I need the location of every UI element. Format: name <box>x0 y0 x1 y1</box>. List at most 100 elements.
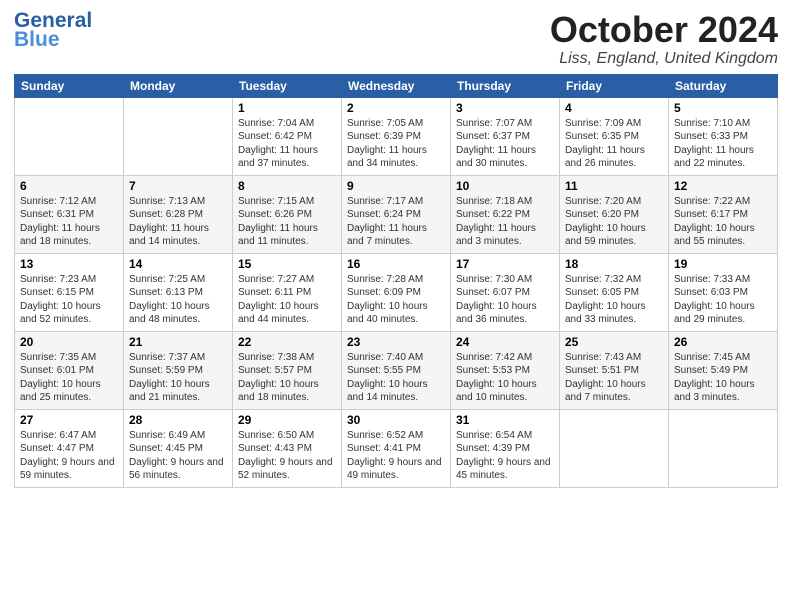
day-number: 18 <box>565 257 663 271</box>
day-number: 15 <box>238 257 336 271</box>
calendar-week-4: 20 Sunrise: 7:35 AM Sunset: 6:01 PM Dayli… <box>15 331 778 409</box>
day-info: Sunrise: 7:27 AM Sunset: 6:11 PM Dayligh… <box>238 273 336 327</box>
day-number: 29 <box>238 413 336 427</box>
calendar-week-3: 13 Sunrise: 7:23 AM Sunset: 6:15 PM Dayli… <box>15 253 778 331</box>
calendar-cell: 21 Sunrise: 7:37 AM Sunset: 5:59 PM Dayli… <box>124 331 233 409</box>
day-info: Sunrise: 6:50 AM Sunset: 4:43 PM Dayligh… <box>238 429 336 483</box>
day-info: Sunrise: 6:52 AM Sunset: 4:41 PM Dayligh… <box>347 429 445 483</box>
calendar-week-2: 6 Sunrise: 7:12 AM Sunset: 6:31 PM Daylig… <box>15 175 778 253</box>
calendar-cell: 18 Sunrise: 7:32 AM Sunset: 6:05 PM Dayli… <box>560 253 669 331</box>
day-info: Sunrise: 7:23 AM Sunset: 6:15 PM Dayligh… <box>20 273 118 327</box>
calendar-cell: 22Sunrise: 7:38 AM Sunset: 5:57 PM Dayli… <box>233 331 342 409</box>
calendar-cell: 20 Sunrise: 7:35 AM Sunset: 6:01 PM Dayli… <box>15 331 124 409</box>
day-number: 19 <box>674 257 772 271</box>
day-number: 14 <box>129 257 227 271</box>
logo-blue: Blue <box>14 29 94 50</box>
location: Liss, England, United Kingdom <box>550 50 778 68</box>
calendar-cell: 11 Sunrise: 7:20 AM Sunset: 6:20 PM Dayli… <box>560 175 669 253</box>
calendar-week-5: 27Sunrise: 6:47 AM Sunset: 4:47 PM Dayli… <box>15 409 778 487</box>
weekday-header-monday: Monday <box>124 74 233 97</box>
day-info: Sunrise: 7:32 AM Sunset: 6:05 PM Dayligh… <box>565 273 663 327</box>
calendar-cell: 1Sunrise: 7:04 AM Sunset: 6:42 PM Daylig… <box>233 97 342 175</box>
calendar-cell: 16 Sunrise: 7:28 AM Sunset: 6:09 PM Dayli… <box>342 253 451 331</box>
day-number: 16 <box>347 257 445 271</box>
calendar-cell: 2 Sunrise: 7:05 AM Sunset: 6:39 PM Daylig… <box>342 97 451 175</box>
day-info: Sunrise: 7:35 AM Sunset: 6:01 PM Dayligh… <box>20 351 118 405</box>
day-number: 25 <box>565 335 663 349</box>
calendar-cell: 4 Sunrise: 7:09 AM Sunset: 6:35 PM Daylig… <box>560 97 669 175</box>
day-number: 30 <box>347 413 445 427</box>
calendar-cell: 13 Sunrise: 7:23 AM Sunset: 6:15 PM Dayli… <box>15 253 124 331</box>
day-info: Sunrise: 7:33 AM Sunset: 6:03 PM Dayligh… <box>674 273 772 327</box>
day-info: Sunrise: 7:20 AM Sunset: 6:20 PM Dayligh… <box>565 195 663 249</box>
calendar-cell: 24Sunrise: 7:42 AM Sunset: 5:53 PM Dayli… <box>451 331 560 409</box>
calendar-cell: 14Sunrise: 7:25 AM Sunset: 6:13 PM Dayli… <box>124 253 233 331</box>
calendar-cell: 3 Sunrise: 7:07 AM Sunset: 6:37 PM Daylig… <box>451 97 560 175</box>
calendar-cell: 10 Sunrise: 7:18 AM Sunset: 6:22 PM Dayli… <box>451 175 560 253</box>
day-info: Sunrise: 7:22 AM Sunset: 6:17 PM Dayligh… <box>674 195 772 249</box>
day-number: 8 <box>238 179 336 193</box>
day-info: Sunrise: 6:47 AM Sunset: 4:47 PM Dayligh… <box>20 429 118 483</box>
weekday-header-friday: Friday <box>560 74 669 97</box>
weekday-header-thursday: Thursday <box>451 74 560 97</box>
weekday-header-row: SundayMondayTuesdayWednesdayThursdayFrid… <box>15 74 778 97</box>
day-info: Sunrise: 7:37 AM Sunset: 5:59 PM Dayligh… <box>129 351 227 405</box>
calendar-week-1: 1Sunrise: 7:04 AM Sunset: 6:42 PM Daylig… <box>15 97 778 175</box>
calendar-cell: 8 Sunrise: 7:15 AM Sunset: 6:26 PM Daylig… <box>233 175 342 253</box>
calendar-table: SundayMondayTuesdayWednesdayThursdayFrid… <box>14 74 778 488</box>
header: General Blue October 2024 Liss, England,… <box>14 10 778 68</box>
day-number: 26 <box>674 335 772 349</box>
calendar-cell <box>560 409 669 487</box>
day-number: 3 <box>456 101 554 115</box>
calendar-cell: 17Sunrise: 7:30 AM Sunset: 6:07 PM Dayli… <box>451 253 560 331</box>
day-number: 11 <box>565 179 663 193</box>
day-number: 20 <box>20 335 118 349</box>
calendar-cell: 26 Sunrise: 7:45 AM Sunset: 5:49 PM Dayli… <box>669 331 778 409</box>
calendar-cell: 6 Sunrise: 7:12 AM Sunset: 6:31 PM Daylig… <box>15 175 124 253</box>
day-info: Sunrise: 7:15 AM Sunset: 6:26 PM Dayligh… <box>238 195 336 249</box>
calendar-cell: 23 Sunrise: 7:40 AM Sunset: 5:55 PM Dayli… <box>342 331 451 409</box>
weekday-header-wednesday: Wednesday <box>342 74 451 97</box>
calendar-cell: 9 Sunrise: 7:17 AM Sunset: 6:24 PM Daylig… <box>342 175 451 253</box>
calendar-cell: 19 Sunrise: 7:33 AM Sunset: 6:03 PM Dayli… <box>669 253 778 331</box>
day-info: Sunrise: 7:18 AM Sunset: 6:22 PM Dayligh… <box>456 195 554 249</box>
day-info: Sunrise: 6:54 AM Sunset: 4:39 PM Dayligh… <box>456 429 554 483</box>
day-info: Sunrise: 7:10 AM Sunset: 6:33 PM Dayligh… <box>674 117 772 171</box>
day-number: 5 <box>674 101 772 115</box>
calendar-cell: 25 Sunrise: 7:43 AM Sunset: 5:51 PM Dayli… <box>560 331 669 409</box>
day-info: Sunrise: 7:13 AM Sunset: 6:28 PM Dayligh… <box>129 195 227 249</box>
calendar-cell: 30 Sunrise: 6:52 AM Sunset: 4:41 PM Dayli… <box>342 409 451 487</box>
calendar-cell <box>124 97 233 175</box>
calendar-cell: 29 Sunrise: 6:50 AM Sunset: 4:43 PM Dayli… <box>233 409 342 487</box>
calendar-cell: 27Sunrise: 6:47 AM Sunset: 4:47 PM Dayli… <box>15 409 124 487</box>
logo: General Blue <box>14 10 94 50</box>
day-number: 22 <box>238 335 336 349</box>
day-number: 6 <box>20 179 118 193</box>
calendar-cell: 12Sunrise: 7:22 AM Sunset: 6:17 PM Dayli… <box>669 175 778 253</box>
day-info: Sunrise: 7:12 AM Sunset: 6:31 PM Dayligh… <box>20 195 118 249</box>
day-info: Sunrise: 7:28 AM Sunset: 6:09 PM Dayligh… <box>347 273 445 327</box>
day-number: 4 <box>565 101 663 115</box>
day-number: 9 <box>347 179 445 193</box>
calendar-cell: 31Sunrise: 6:54 AM Sunset: 4:39 PM Dayli… <box>451 409 560 487</box>
weekday-header-sunday: Sunday <box>15 74 124 97</box>
day-number: 21 <box>129 335 227 349</box>
day-number: 13 <box>20 257 118 271</box>
day-info: Sunrise: 7:04 AM Sunset: 6:42 PM Dayligh… <box>238 117 336 171</box>
day-number: 17 <box>456 257 554 271</box>
day-info: Sunrise: 7:40 AM Sunset: 5:55 PM Dayligh… <box>347 351 445 405</box>
calendar-cell <box>669 409 778 487</box>
day-info: Sunrise: 7:09 AM Sunset: 6:35 PM Dayligh… <box>565 117 663 171</box>
calendar-cell: 7Sunrise: 7:13 AM Sunset: 6:28 PM Daylig… <box>124 175 233 253</box>
calendar-cell <box>15 97 124 175</box>
day-number: 10 <box>456 179 554 193</box>
day-info: Sunrise: 7:45 AM Sunset: 5:49 PM Dayligh… <box>674 351 772 405</box>
day-info: Sunrise: 7:07 AM Sunset: 6:37 PM Dayligh… <box>456 117 554 171</box>
day-info: Sunrise: 7:42 AM Sunset: 5:53 PM Dayligh… <box>456 351 554 405</box>
day-info: Sunrise: 7:17 AM Sunset: 6:24 PM Dayligh… <box>347 195 445 249</box>
day-number: 2 <box>347 101 445 115</box>
day-info: Sunrise: 7:05 AM Sunset: 6:39 PM Dayligh… <box>347 117 445 171</box>
calendar-cell: 28Sunrise: 6:49 AM Sunset: 4:45 PM Dayli… <box>124 409 233 487</box>
day-number: 23 <box>347 335 445 349</box>
day-info: Sunrise: 7:43 AM Sunset: 5:51 PM Dayligh… <box>565 351 663 405</box>
